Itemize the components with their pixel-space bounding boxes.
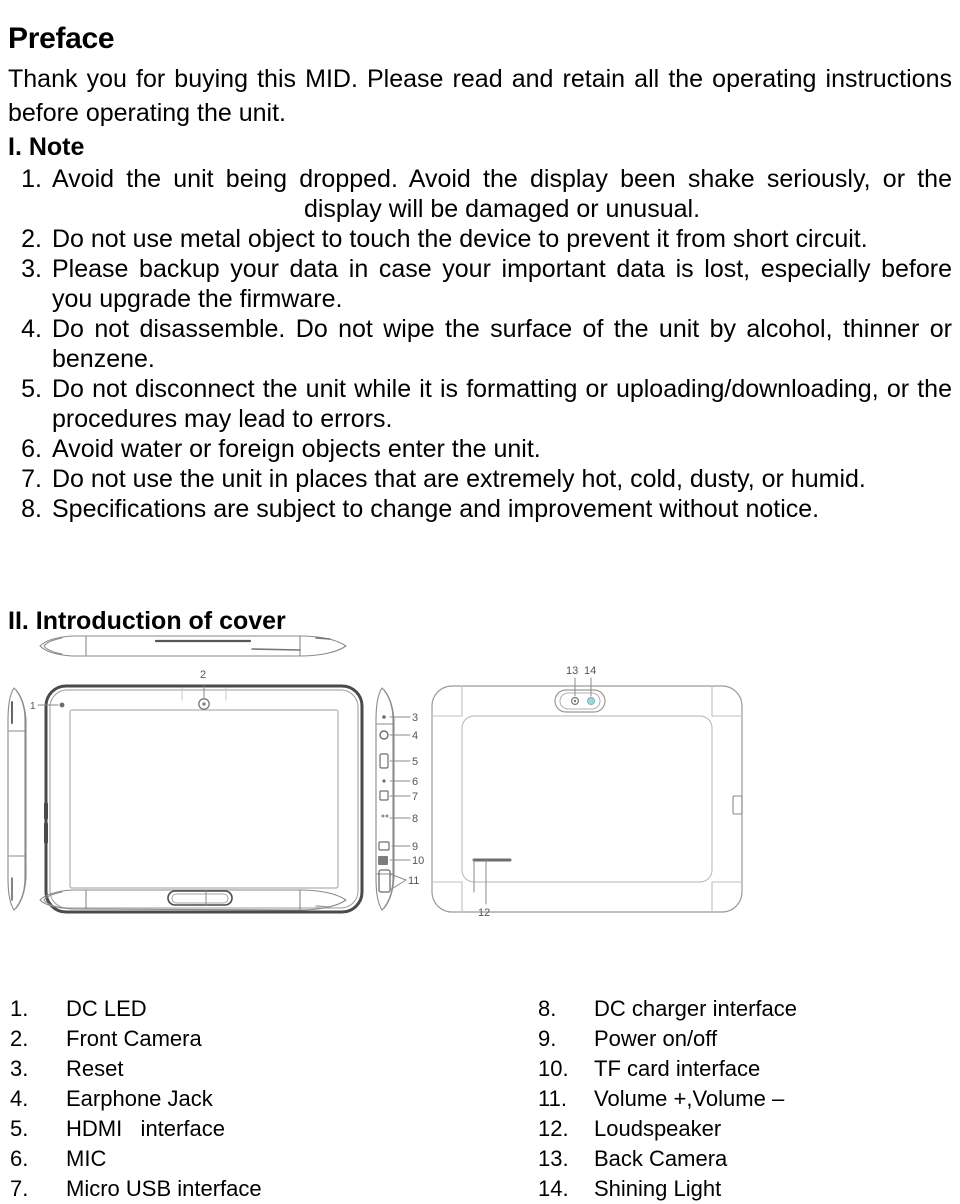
legend-item-label: Earphone Jack [66, 1086, 213, 1111]
legend-item-label: DC charger interface [594, 996, 797, 1021]
list-item-number: 6. [21, 435, 42, 463]
callout-12: 12 [478, 907, 490, 919]
callout-2: 2 [200, 669, 206, 681]
legend-item: 9. Power on/off [538, 1024, 960, 1054]
legend-item-number: 9. [538, 1026, 557, 1051]
legend-item: 6. MIC [10, 1144, 480, 1174]
legend-item-number: 1. [10, 996, 29, 1021]
legend-item: 5. HDMI interface [10, 1114, 480, 1144]
note-section-heading: I. Note [8, 133, 85, 161]
legend-item-label: HDMI interface [66, 1116, 225, 1141]
list-item: 5. Do not disconnect the unit while it i… [8, 374, 952, 434]
callout-5: 5 [412, 756, 418, 768]
legend-item: 10. TF card interface [538, 1054, 960, 1084]
legend-item-label: Reset [66, 1056, 124, 1081]
legend-item: 3. Reset [10, 1054, 480, 1084]
list-item-text: Do not disconnect the unit while it is f… [52, 375, 952, 433]
legend-item-label: Micro USB interface [66, 1176, 262, 1201]
legend-item: 11. Volume +,Volume – [538, 1084, 960, 1114]
tablet-cover-diagram: 1 2 3 4 5 6 7 8 9 10 11 13 14 12 [0, 628, 820, 968]
callout-10: 10 [412, 855, 424, 867]
legend-item-number: 4. [10, 1086, 29, 1111]
legend-item: 2. Front Camera [10, 1024, 480, 1054]
callout-1: 1 [30, 701, 36, 712]
legend-item-label: Back Camera [594, 1146, 728, 1171]
callout-14: 14 [584, 665, 596, 677]
intro-paragraph: Thank you for buying this MID. Please re… [8, 65, 952, 127]
legend-item-label: TF card interface [594, 1056, 761, 1081]
list-item-number: 2. [21, 225, 42, 253]
list-item-text: Please backup your data in case your imp… [52, 255, 952, 313]
legend-item-number: 5. [10, 1116, 29, 1141]
callout-11: 11 [408, 875, 419, 887]
intro-block: Thank you for buying this MID. Please re… [8, 62, 952, 164]
list-item-text: Avoid water or foreign objects enter the… [52, 435, 541, 463]
list-item-text: Specifications are subject to change and… [52, 495, 820, 523]
legend-item-number: 13. [538, 1146, 569, 1171]
legend-item-label: Shining Light [594, 1176, 722, 1201]
legend-item-number: 11. [538, 1086, 567, 1111]
list-item: 2. Do not use metal object to touch the … [8, 224, 952, 254]
list-item-number: 5. [21, 375, 42, 403]
legend-item: 13. Back Camera [538, 1144, 960, 1174]
legend-item-number: 7. [10, 1176, 29, 1201]
legend-item-number: 3. [10, 1056, 29, 1081]
legend-item-label: Front Camera [66, 1026, 202, 1051]
legend-item: 12. Loudspeaker [538, 1114, 960, 1144]
legend-item-number: 12. [538, 1116, 569, 1141]
legend-item: 4. Earphone Jack [10, 1084, 480, 1114]
legend: 1. DC LED 2. Front Camera 3. Reset 4. Ea… [0, 994, 960, 1204]
list-item-text: Do not use metal object to touch the dev… [52, 225, 868, 253]
document-page: Preface Thank you for buying this MID. P… [0, 0, 960, 1203]
list-item-text: Do not use the unit in places that are e… [52, 465, 866, 493]
legend-item-label: Power on/off [594, 1026, 718, 1051]
legend-item-number: 2. [10, 1026, 29, 1051]
callout-3: 3 [412, 712, 418, 724]
callout-4: 4 [412, 730, 418, 742]
list-item-number: 8. [21, 495, 42, 523]
callout-9: 9 [412, 841, 418, 853]
list-item-number: 4. [21, 315, 42, 343]
legend-item: 14. Shining Light [538, 1174, 960, 1204]
list-item-text: Do not disassemble. Do not wipe the surf… [52, 315, 952, 373]
legend-item-label: DC LED [66, 996, 147, 1021]
list-item: 7. Do not use the unit in places that ar… [8, 464, 952, 494]
callout-13: 13 [566, 665, 578, 677]
list-item: 3. Please backup your data in case your … [8, 254, 952, 314]
list-item-text: Avoid the unit being dropped. Avoid the … [52, 165, 952, 223]
list-item: 4. Do not disassemble. Do not wipe the s… [8, 314, 952, 374]
legend-item-label: Volume +,Volume – [594, 1086, 785, 1111]
list-item: 6. Avoid water or foreign objects enter … [8, 434, 952, 464]
legend-column-right: 8. DC charger interface 9. Power on/off … [480, 994, 960, 1204]
legend-item-number: 14. [538, 1176, 569, 1201]
list-item-number: 1. [21, 165, 42, 193]
list-item: 1. Avoid the unit being dropped. Avoid t… [8, 164, 952, 224]
legend-item-number: 10. [538, 1056, 569, 1081]
legend-column-left: 1. DC LED 2. Front Camera 3. Reset 4. Ea… [0, 994, 480, 1204]
legend-item: 1. DC LED [10, 994, 480, 1024]
legend-item-label: Loudspeaker [594, 1116, 722, 1141]
callout-6: 6 [412, 776, 418, 788]
callout-8: 8 [412, 813, 418, 825]
callout-7: 7 [412, 791, 418, 803]
list-item-number: 3. [21, 255, 42, 283]
legend-item-number: 6. [10, 1146, 29, 1171]
legend-item-label: MIC [66, 1146, 107, 1171]
legend-item-number: 8. [538, 996, 557, 1021]
page-title: Preface [8, 22, 115, 56]
legend-item: 8. DC charger interface [538, 994, 960, 1024]
list-item-number: 7. [21, 465, 42, 493]
notes-list: 1. Avoid the unit being dropped. Avoid t… [8, 164, 952, 524]
list-item: 8. Specifications are subject to change … [8, 494, 952, 524]
legend-item: 7. Micro USB interface [10, 1174, 480, 1204]
